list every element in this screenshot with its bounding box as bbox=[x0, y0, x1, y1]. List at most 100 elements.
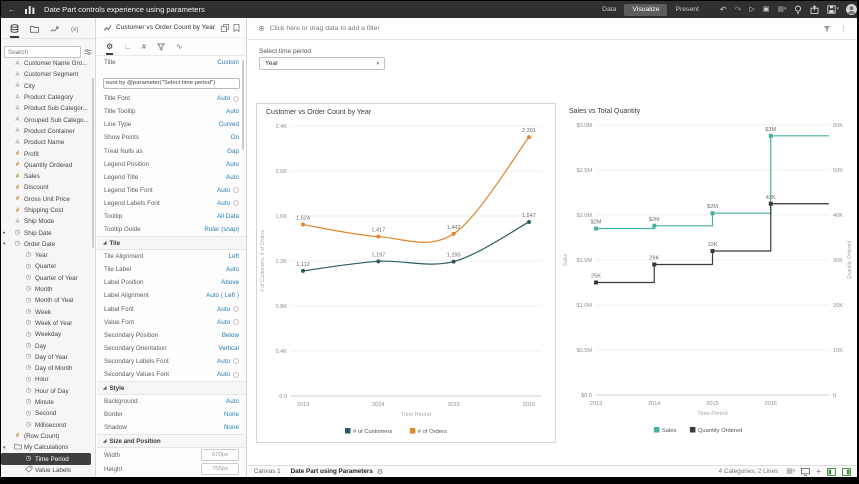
field-gross-unit-price[interactable]: #Gross Unit Price bbox=[1, 194, 95, 205]
prop-value[interactable]: Vertical bbox=[218, 345, 239, 352]
save-menu-icon[interactable]: ▾ bbox=[827, 5, 839, 14]
visualizations-icon[interactable] bbox=[30, 25, 39, 38]
width-input[interactable] bbox=[201, 449, 239, 461]
add-canvas-icon[interactable]: + bbox=[816, 468, 821, 476]
data-icon[interactable] bbox=[10, 24, 19, 38]
field-quantity-ordered[interactable]: #Quantity Ordered bbox=[1, 160, 95, 171]
prop-value[interactable]: Auto bbox=[217, 371, 230, 378]
properties-scrollbar[interactable] bbox=[242, 60, 244, 150]
field-week-of-year[interactable]: ◷Week of Year bbox=[1, 318, 95, 329]
field-sales[interactable]: #Sales bbox=[1, 171, 95, 182]
section-size-and-position[interactable]: ◢Size and Position bbox=[97, 434, 246, 448]
values-tab[interactable]: # bbox=[142, 44, 146, 55]
prop-value[interactable]: All Data bbox=[217, 213, 239, 220]
field-profit[interactable]: #Profit bbox=[1, 148, 95, 159]
prop-value[interactable]: Above bbox=[221, 279, 239, 286]
field-product-name[interactable]: AProduct Name bbox=[1, 137, 95, 148]
reset-icon[interactable] bbox=[233, 319, 239, 325]
field-discount[interactable]: #Discount bbox=[1, 182, 95, 193]
prop-value[interactable]: Auto bbox=[217, 200, 230, 207]
analytics-tab[interactable]: ∿ bbox=[176, 43, 183, 55]
add-filter-icon[interactable]: ⊕ bbox=[258, 25, 265, 33]
time-period-select[interactable]: Year ▾ bbox=[259, 57, 385, 70]
field-ship-date[interactable]: ▸◷Ship Date bbox=[1, 227, 95, 238]
custom-title-input[interactable] bbox=[103, 78, 240, 89]
grid-menu-icon[interactable]: ▦▾ bbox=[777, 6, 786, 13]
prop-value[interactable]: Gap bbox=[227, 148, 239, 155]
bookmark-icon[interactable] bbox=[233, 19, 240, 37]
field-millisecond[interactable]: ◷Millisecond bbox=[1, 420, 95, 431]
field-month[interactable]: ◷Month bbox=[1, 284, 95, 295]
prop-value[interactable]: Auto bbox=[226, 266, 239, 273]
field-minute[interactable]: ◷Minute bbox=[1, 397, 95, 408]
prop-value[interactable]: Auto bbox=[217, 306, 230, 313]
undo-icon[interactable]: ↶ bbox=[720, 6, 727, 14]
prop-value[interactable]: Auto bbox=[226, 161, 239, 168]
chart-card-sales-vs-quantity[interactable]: Sales vs Total Quantity $3.0M60K$2.5M50K… bbox=[560, 103, 857, 441]
prop-value[interactable]: Auto bbox=[217, 358, 230, 365]
prop-value[interactable]: None bbox=[224, 424, 239, 431]
prop-value[interactable]: Auto bbox=[226, 108, 239, 115]
field-hour-of-day[interactable]: ◷Hour of Day bbox=[1, 386, 95, 397]
reset-icon[interactable] bbox=[233, 372, 239, 378]
field-day[interactable]: ◷Day bbox=[1, 340, 95, 351]
field-weekday[interactable]: ◷Weekday bbox=[1, 329, 95, 340]
duplicate-icon[interactable] bbox=[221, 19, 229, 37]
field-value-labels[interactable]: Value Labels bbox=[1, 465, 95, 476]
field-product-category[interactable]: AProduct Category bbox=[1, 92, 95, 103]
field-row-count[interactable]: #(Row Count) bbox=[1, 431, 95, 442]
chart-card-customer-vs-order[interactable]: Customer vs Order Count by Year 2.4K2.0K… bbox=[256, 103, 556, 443]
field-week[interactable]: ◷Week bbox=[1, 307, 95, 318]
prop-value[interactable]: Below bbox=[222, 332, 239, 339]
panel-toggle-right-icon[interactable] bbox=[842, 468, 851, 476]
field-product-sub-categor[interactable]: AProduct Sub Categor... bbox=[1, 103, 95, 114]
prop-value[interactable]: Left bbox=[228, 253, 239, 260]
field-quarter[interactable]: ◷Quarter bbox=[1, 261, 95, 272]
preview-icon[interactable] bbox=[801, 468, 810, 476]
prop-value[interactable]: Auto bbox=[217, 187, 230, 194]
section-style[interactable]: ◢Style bbox=[97, 381, 246, 395]
prop-value[interactable]: None bbox=[224, 411, 239, 418]
data-panel-scrollbar[interactable] bbox=[92, 78, 94, 248]
field-my-calculations[interactable]: ▾My Calculations bbox=[1, 442, 95, 453]
expander-icon[interactable]: ▾ bbox=[3, 241, 6, 247]
user-avatar[interactable] bbox=[846, 4, 857, 15]
field-ship-mode[interactable]: AShip Mode bbox=[1, 216, 95, 227]
prop-value[interactable]: Auto bbox=[226, 398, 239, 405]
reset-icon[interactable] bbox=[233, 200, 239, 206]
present-icon[interactable]: ▣ bbox=[763, 6, 770, 13]
field-customer-name-gro[interactable]: ACustomer Name Gro... bbox=[1, 58, 95, 69]
gear-icon[interactable]: ⚙ bbox=[377, 468, 383, 476]
panel-toggle-left-icon[interactable] bbox=[827, 468, 836, 476]
canvas-tab-date-part-using-parameters[interactable]: Date Part using Parameters⚙ bbox=[291, 468, 384, 476]
filter-icon[interactable] bbox=[823, 20, 831, 38]
prop-value[interactable]: Ruler (snap) bbox=[204, 226, 239, 233]
tab-present[interactable]: Present bbox=[670, 4, 703, 15]
prop-value[interactable]: Auto bbox=[226, 174, 239, 181]
field-month-of-year[interactable]: ◷Month of Year bbox=[1, 295, 95, 306]
redo-icon[interactable]: ↷ bbox=[735, 6, 742, 14]
parameters-icon[interactable]: (x) bbox=[71, 27, 79, 39]
field-customer-segment[interactable]: ACustomer Segment bbox=[1, 69, 95, 80]
prop-value[interactable]: Curved bbox=[219, 121, 239, 128]
prop-value[interactable]: Auto ( Left ) bbox=[206, 292, 239, 299]
field-time-period[interactable]: ◷Time Period bbox=[1, 453, 91, 464]
field-shipping-cost[interactable]: #Shipping Cost bbox=[1, 205, 95, 216]
axis-tab[interactable]: ∟ bbox=[124, 44, 131, 55]
prop-value[interactable]: Custom bbox=[217, 59, 239, 66]
export-icon[interactable] bbox=[810, 5, 819, 14]
canvas-tab-canvas-1[interactable]: Canvas 1 bbox=[254, 468, 281, 475]
height-input[interactable] bbox=[201, 463, 239, 475]
filters-tab[interactable] bbox=[157, 43, 165, 55]
back-arrow-icon[interactable]: ← bbox=[8, 6, 16, 14]
reset-icon[interactable] bbox=[233, 96, 239, 102]
reset-icon[interactable] bbox=[233, 358, 239, 364]
general-tab[interactable]: ⚙ bbox=[106, 43, 113, 55]
reset-icon[interactable] bbox=[233, 187, 239, 193]
kebab-menu-icon[interactable]: ⋮ bbox=[840, 25, 847, 33]
prop-value[interactable]: Auto bbox=[217, 319, 230, 326]
lightbulb-icon[interactable] bbox=[794, 5, 802, 15]
field-hour[interactable]: ◷Hour bbox=[1, 374, 95, 385]
prop-value[interactable]: On bbox=[231, 134, 239, 141]
field-grouped-sub-catego[interactable]: AGrouped Sub Catego... bbox=[1, 114, 95, 125]
